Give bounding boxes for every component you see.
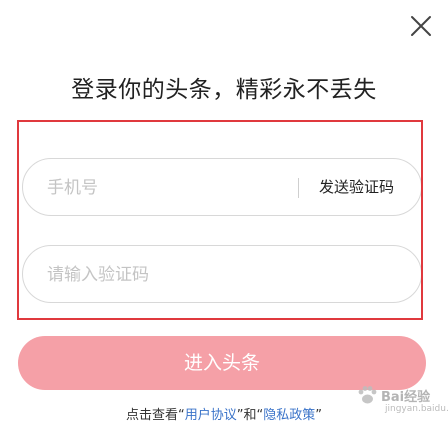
user-agreement-link[interactable]: 用户协议 xyxy=(185,408,237,423)
watermark-subtext: jingyan.baidu.com xyxy=(385,404,448,414)
agreement-prefix: 点击查看 xyxy=(125,408,178,423)
open-quote: “ xyxy=(177,408,185,423)
page-title: 登录你的头条，精彩永不丢失 xyxy=(71,77,377,103)
close-quote-2: ” xyxy=(315,408,323,423)
privacy-policy-link[interactable]: 隐私政策 xyxy=(263,408,315,423)
watermark: Bai经验 jingyan.baidu.com xyxy=(355,382,448,422)
highlight-frame xyxy=(17,120,423,320)
close-button[interactable] xyxy=(407,12,435,40)
close-quote: ” xyxy=(236,408,244,423)
paw-icon xyxy=(358,386,377,404)
agreement-and: 和 xyxy=(243,408,257,423)
watermark-text: Bai经验 xyxy=(381,390,431,405)
close-icon xyxy=(411,16,431,36)
